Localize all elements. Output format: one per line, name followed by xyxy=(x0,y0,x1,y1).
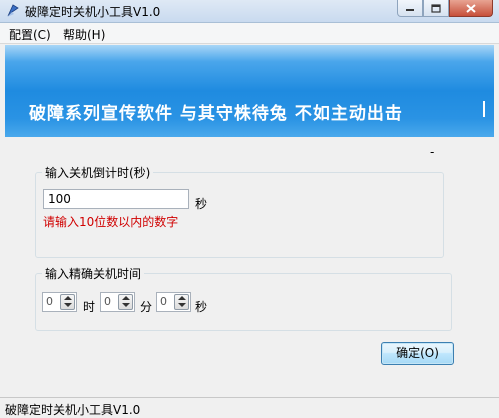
menu-help[interactable]: 帮助(H) xyxy=(63,26,105,43)
spin-down-icon xyxy=(64,303,72,307)
menu-bar: 配置(C) 帮助(H) xyxy=(0,23,499,44)
countdown-hint: 请输入10位数以内的数字 xyxy=(43,215,179,229)
countdown-group: 输入关机倒计时(秒) 100 秒 请输入10位数以内的数字 xyxy=(35,164,444,258)
minimize-icon xyxy=(406,9,414,11)
close-button[interactable] xyxy=(449,0,493,17)
hour-spin-button[interactable] xyxy=(60,294,75,310)
banner-text-cursor xyxy=(483,101,485,117)
caption-buttons xyxy=(397,0,493,19)
hour-stepper[interactable]: 0 xyxy=(42,292,77,312)
hour-value: 0 xyxy=(46,295,53,308)
minute-unit-label: 分 xyxy=(140,300,153,314)
exact-time-group-title: 输入精确关机时间 xyxy=(42,265,145,282)
app-window: 破障定时关机小工具V1.0 配置(C) 帮助(H) 破障系列宣传软件 与其守株待… xyxy=(0,0,499,418)
status-text: 破障定时关机小工具V1.0 xyxy=(5,403,141,417)
second-spin-button[interactable] xyxy=(174,294,189,310)
minute-spin-button[interactable] xyxy=(118,294,133,310)
minute-stepper[interactable]: 0 xyxy=(100,292,135,312)
second-value: 0 xyxy=(160,295,167,308)
status-bar: 破障定时关机小工具V1.0 xyxy=(0,397,499,418)
exact-time-group: 输入精确关机时间 0 时 0 分 0 秒 xyxy=(35,265,452,331)
second-stepper[interactable]: 0 xyxy=(156,292,191,312)
title-bar[interactable]: 破障定时关机小工具V1.0 xyxy=(0,0,499,23)
minute-value: 0 xyxy=(104,295,111,308)
spin-up-icon xyxy=(64,296,72,300)
app-icon xyxy=(7,4,19,17)
menu-config[interactable]: 配置(C) xyxy=(9,26,51,43)
hour-unit-label: 时 xyxy=(83,300,96,314)
ok-button[interactable]: 确定(O) xyxy=(381,342,454,365)
dash-mark: - xyxy=(430,145,435,159)
spin-down-icon xyxy=(178,303,186,307)
second-unit-label: 秒 xyxy=(195,300,208,314)
spin-up-icon xyxy=(122,296,130,300)
maximize-icon xyxy=(431,3,441,13)
countdown-unit-label: 秒 xyxy=(195,197,208,211)
countdown-group-title: 输入关机倒计时(秒) xyxy=(42,164,154,181)
window-title: 破障定时关机小工具V1.0 xyxy=(25,5,161,19)
banner-text: 破障系列宣传软件 与其守株待兔 不如主动出击 xyxy=(29,104,403,124)
spin-up-icon xyxy=(178,296,186,300)
promo-banner: 破障系列宣传软件 与其守株待兔 不如主动出击 xyxy=(5,45,494,137)
minimize-button[interactable] xyxy=(397,0,423,17)
maximize-button[interactable] xyxy=(423,0,449,17)
spin-down-icon xyxy=(122,303,130,307)
close-icon xyxy=(466,3,476,13)
countdown-input[interactable]: 100 xyxy=(43,189,189,209)
